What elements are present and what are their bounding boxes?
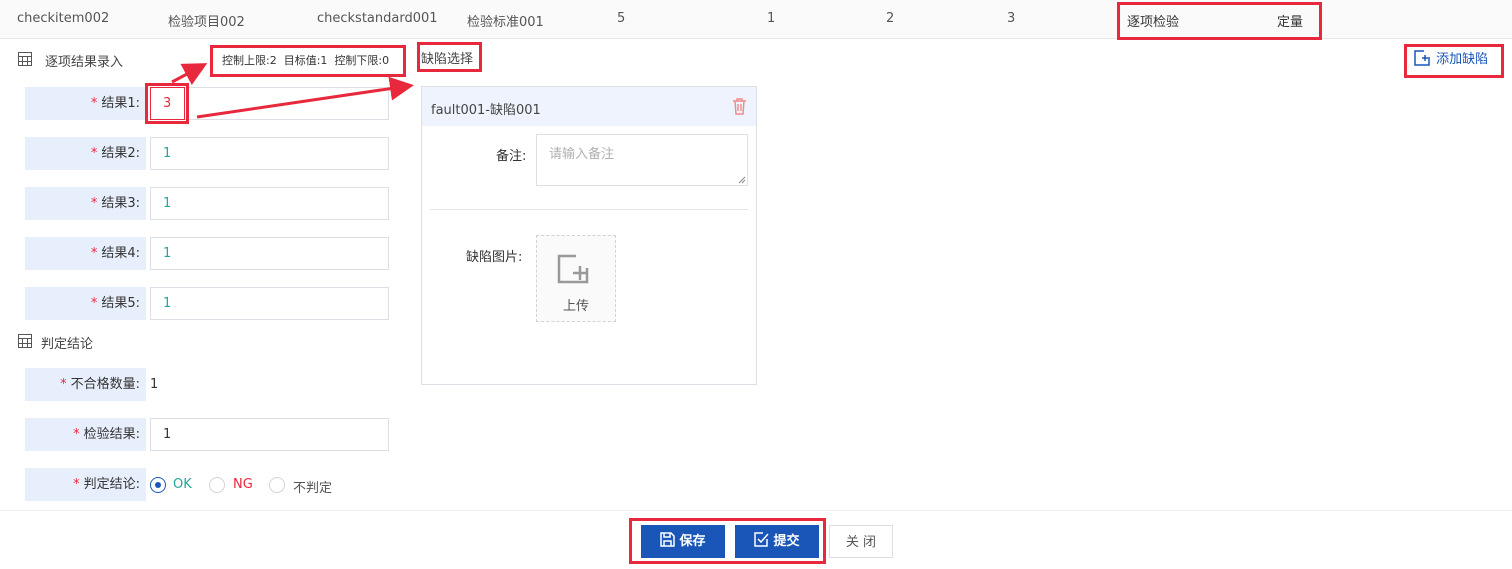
- radio-ng[interactable]: [209, 477, 225, 493]
- radio-ok-label: OK: [173, 477, 192, 492]
- defect-item-title: fault001-缺陷001: [431, 103, 541, 118]
- radio-undecided-label: 不判定: [293, 481, 333, 496]
- remark-label: 备注:: [496, 149, 527, 164]
- defect-card-header: fault001-缺陷001: [422, 87, 756, 126]
- judgement-title: 判定结论: [41, 337, 94, 352]
- radio-ng-label: NG: [233, 477, 253, 492]
- defect-card: fault001-缺陷001 备注: 请输入备注 缺陷图片: 上传: [421, 86, 757, 385]
- save-icon: [660, 532, 676, 547]
- arrow-to-limits: [171, 63, 208, 86]
- table-icon-2: [18, 334, 32, 348]
- submit-button[interactable]: 提交: [735, 525, 819, 558]
- close-button[interactable]: 关 闭: [829, 525, 893, 558]
- resize-handle-icon: [738, 176, 746, 184]
- upload-button[interactable]: 上传: [536, 235, 616, 322]
- remark-textarea[interactable]: 请输入备注: [536, 134, 748, 186]
- divider: [430, 209, 748, 210]
- add-image-icon: [557, 254, 589, 284]
- defect-image-label: 缺陷图片:: [466, 250, 523, 265]
- trash-icon[interactable]: [732, 98, 747, 115]
- upload-label: 上传: [563, 299, 590, 314]
- arrow-to-defect: [196, 76, 414, 119]
- unqualified-label: * 不合格数量:: [25, 368, 146, 401]
- radio-undecided[interactable]: [269, 477, 285, 493]
- radio-ok[interactable]: [150, 477, 166, 493]
- inspection-result-label: * 检验结果:: [25, 418, 146, 451]
- save-button[interactable]: 保存: [641, 525, 725, 558]
- conclusion-label: * 判定结论:: [25, 468, 146, 501]
- unqualified-value: 1: [150, 377, 159, 392]
- check-box-icon: [754, 532, 770, 547]
- inspection-result-input[interactable]: 1: [150, 418, 389, 451]
